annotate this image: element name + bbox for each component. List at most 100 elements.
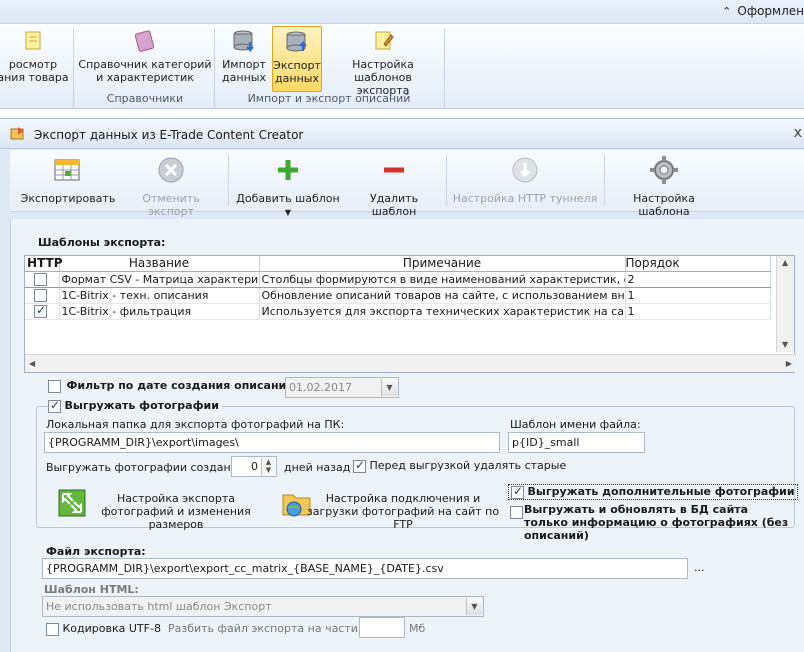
view-description-button[interactable]: росмотр ания товара [0, 26, 72, 92]
column-name[interactable]: Название [59, 256, 260, 272]
template-settings-button[interactable]: Настройка шаблона [608, 154, 720, 218]
scroll-up-icon[interactable]: ▲ [782, 258, 788, 267]
template-name: 1C-Bitrix - фильтрация [59, 303, 260, 320]
ribbon-separator [444, 28, 445, 108]
extra-photos-label: Выгружать дополнительные фотографии [527, 485, 795, 498]
scroll-down-icon[interactable]: ▼ [782, 340, 788, 349]
delete-template-button[interactable]: Удалить шаблон [348, 154, 440, 218]
extra-photos-row[interactable]: Выгружать дополнительные фотографии [508, 484, 798, 500]
http-checkbox[interactable] [34, 288, 47, 302]
toolbar-separator [604, 156, 605, 206]
toolbar-separator [228, 156, 229, 206]
horizontal-scrollbar[interactable]: ◀ ▶ [25, 354, 796, 372]
resize-settings-link[interactable]: Настройка экспорта фотографий и изменени… [88, 492, 264, 531]
minus-icon [384, 167, 404, 173]
filename-template-label: Шаблон имени файла: [510, 418, 641, 431]
button-label-line1: Импорт [222, 58, 266, 71]
ribbon-tab-bar: ⌃ Оформлен [0, 0, 804, 24]
filter-date-checkbox-row[interactable]: Фильтр по дате создания описаний [48, 379, 294, 393]
encoding-label: Кодировка UTF-8 [62, 622, 161, 635]
cancel-export-button[interactable]: Отменить экспорт [120, 154, 222, 218]
book-icon [134, 30, 155, 52]
template-settings-label: Настройка шаблона [633, 192, 695, 218]
photos-created-label: Выгружать фотографии созданные [46, 461, 254, 474]
button-label-line1: Настройка [352, 58, 414, 71]
dropdown-arrow-icon[interactable]: ▼ [285, 208, 291, 217]
collapse-ribbon-icon[interactable]: ⌃ [722, 5, 731, 18]
add-template-label: Добавить шаблон [236, 192, 340, 205]
export-file-label: Файл экспорта: [46, 545, 146, 558]
button-label-line2: данных [222, 71, 266, 84]
filter-date-input[interactable]: 01.02.2017 ▼ [285, 377, 399, 398]
vertical-scrollbar[interactable]: ▲ ▼ [776, 256, 794, 352]
group-label-import-export: Импорт и экспорт описаний [247, 92, 411, 105]
templates-label: Шаблоны экспорта: [38, 236, 166, 249]
html-template-label: Шаблон HTML: [44, 583, 139, 596]
http-tunnel-button[interactable]: Настройка HTTP туннеля [450, 154, 600, 208]
export-button[interactable]: Экспортировать [20, 154, 116, 208]
days-spinner[interactable]: 0 ▲ ▼ [231, 456, 277, 477]
add-template-button[interactable]: Добавить шаблон ▼ [234, 154, 342, 217]
import-data-button[interactable]: Импорт данных [218, 26, 270, 92]
export-button-label: Экспортировать [20, 192, 116, 205]
filter-date-label: Фильтр по дате создания описаний [66, 379, 294, 392]
split-size-input[interactable] [359, 617, 405, 638]
window-title: Экспорт данных из E-Trade Content Creato… [34, 128, 304, 142]
split-label: Разбить файл экспорта на части, по: [168, 622, 383, 635]
export-file-input[interactable]: {PROGRAMM_DIR}\export\export_cc_matrix_{… [42, 558, 688, 579]
column-note[interactable]: Примечание [259, 256, 626, 272]
http-checkbox[interactable] [34, 272, 47, 286]
export-window-icon [10, 127, 24, 140]
update-db-checkbox[interactable] [510, 506, 523, 519]
template-order: 1 [625, 287, 771, 304]
template-order: 2 [625, 270, 771, 288]
calendar-dropdown-icon[interactable]: ▼ [381, 379, 397, 396]
template-note: Столбцы формируются в виде наименований … [259, 270, 626, 288]
templates-grid[interactable]: HTTP Название Примечание Порядок Формат … [24, 255, 796, 373]
button-label-line1: Экспорт [273, 59, 321, 72]
tab-format[interactable]: ⌃ Оформлен [722, 4, 804, 18]
delete-old-row[interactable]: Перед выгрузкой удалять старые [353, 458, 566, 473]
database-export-icon [286, 31, 307, 52]
ribbon-separator [214, 28, 215, 108]
export-data-button[interactable]: Экспорт данных [272, 26, 322, 92]
update-db-label: Выгружать и обновлять в БД сайта только … [524, 503, 789, 542]
scroll-right-icon[interactable]: ▶ [786, 359, 792, 368]
encoding-row[interactable]: Кодировка UTF-8 [46, 622, 161, 636]
ftp-settings-link[interactable]: Настройка подключения и загрузки фотогра… [306, 492, 500, 531]
browse-button[interactable]: ... [694, 561, 705, 574]
encoding-checkbox[interactable] [46, 622, 59, 636]
split-unit: Мб [409, 622, 426, 635]
export-photos-checkbox-row[interactable]: Выгружать фотографии [48, 398, 222, 413]
scroll-left-icon[interactable]: ◀ [29, 359, 35, 368]
spinner-arrows-icon[interactable]: ▲ ▼ [261, 458, 275, 475]
column-order[interactable]: Порядок [625, 256, 771, 272]
update-db-row[interactable]: Выгружать и обновлять в БД сайта только … [510, 503, 794, 542]
delete-old-checkbox[interactable] [353, 458, 366, 473]
export-templates-button[interactable]: Настройка шаблонов экспорта [326, 26, 440, 97]
chevron-down-icon[interactable]: ▼ [466, 598, 482, 615]
html-template-select[interactable]: Не использовать html шаблон Экспорт ▼ [42, 596, 484, 617]
column-http[interactable]: HTTP [25, 256, 62, 272]
http-checkbox[interactable] [34, 303, 47, 318]
database-import-icon [233, 30, 254, 53]
filter-date-checkbox[interactable] [48, 379, 61, 393]
filter-date-value: 01.02.2017 [289, 381, 352, 394]
resize-icon[interactable] [56, 487, 88, 519]
export-photos-checkbox[interactable] [48, 398, 61, 413]
window-titlebar: Экспорт данных из E-Trade Content Creato… [0, 119, 804, 149]
category-reference-button[interactable]: Справочник категорий и характеристик [78, 26, 212, 92]
days-suffix: дней назад [284, 461, 351, 474]
group-label-references: Справочники [106, 92, 184, 105]
extra-photos-checkbox[interactable] [511, 484, 524, 499]
button-label-line1: Справочник категорий [78, 58, 212, 71]
close-icon[interactable]: x [794, 125, 802, 141]
filename-template-input[interactable]: p{ID}_small [508, 432, 645, 453]
photo-folder-input[interactable]: {PROGRAMM_DIR}\export\images\ [44, 432, 500, 453]
table-row[interactable]: 1C-Bitrix - фильтрация Используется для … [25, 303, 771, 320]
button-label-line2: и характеристик [96, 71, 194, 84]
template-name: 1C-Bitrix - техн. описания [59, 287, 260, 304]
table-row[interactable]: Формат CSV - Матрица характеристик Столб… [25, 270, 771, 288]
cancel-icon [158, 157, 184, 183]
table-row[interactable]: 1C-Bitrix - техн. описания Обновление оп… [25, 287, 771, 304]
